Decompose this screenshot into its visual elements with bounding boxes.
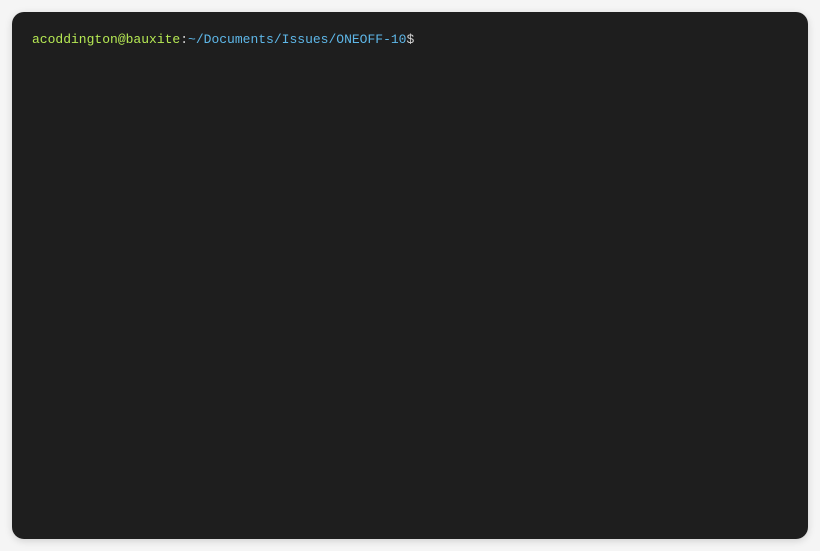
prompt-separator: :	[180, 32, 188, 47]
command-input[interactable]	[414, 32, 714, 47]
prompt-path: ~/Documents/Issues/ONEOFF-10	[188, 32, 406, 47]
terminal-window[interactable]: acoddington@bauxite:~/Documents/Issues/O…	[12, 12, 808, 539]
prompt-user-host: acoddington@bauxite	[32, 32, 180, 47]
terminal-prompt-line: acoddington@bauxite:~/Documents/Issues/O…	[32, 30, 788, 50]
prompt-symbol: $	[406, 32, 414, 47]
